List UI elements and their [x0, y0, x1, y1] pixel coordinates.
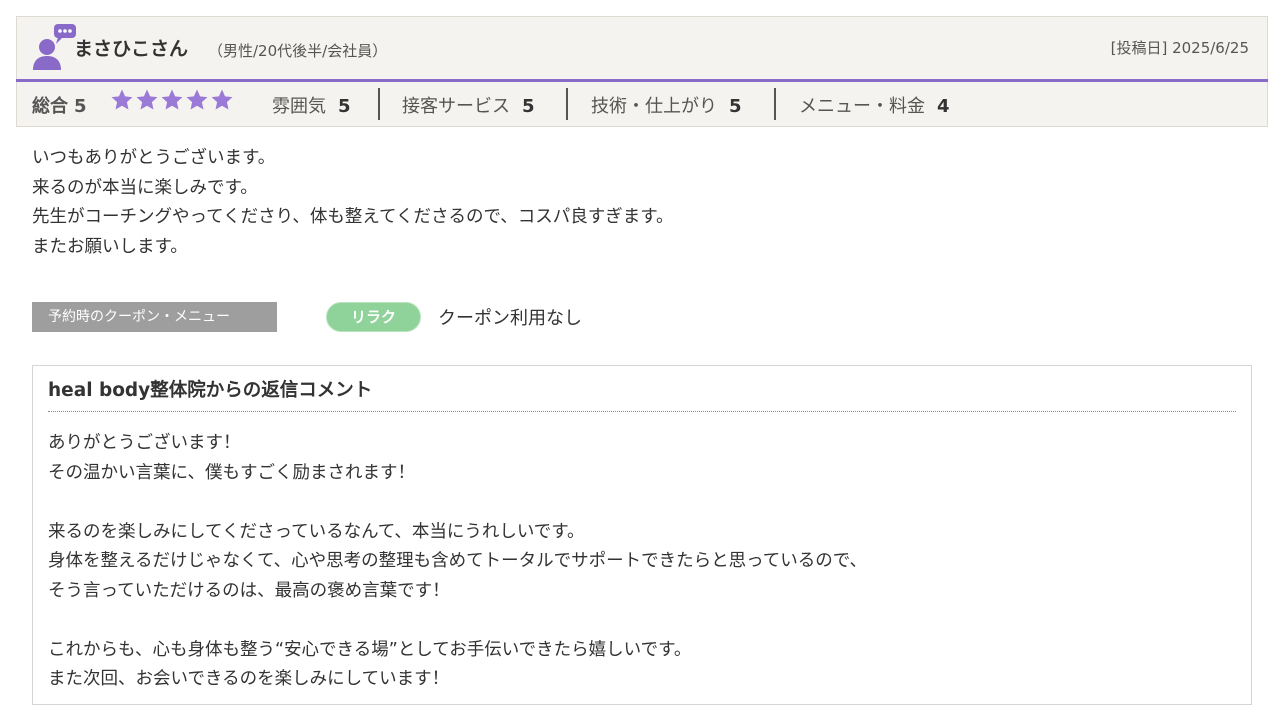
reviewer-meta: （男性/20代後半/会社員）: [208, 42, 388, 60]
review-line: 来るのが本当に楽しみです。: [32, 177, 258, 198]
reply-blank-line: [48, 606, 867, 636]
reply-blank-line: [48, 488, 867, 518]
star-rating: [110, 88, 234, 116]
review-line: またお願いします。: [32, 236, 188, 257]
reply-divider: [48, 411, 1236, 412]
rating-atmosphere: 雰囲気 5: [272, 92, 351, 118]
reviewer-name: まさひこさん: [74, 38, 189, 60]
reply-title: heal body整体院からの返信コメント: [48, 380, 373, 401]
rating-value: 5: [522, 96, 535, 117]
review-text: いつもありがとうございます。 来るのが本当に楽しみです。 先生がコーチングやって…: [32, 144, 674, 262]
star-icon: [111, 89, 133, 110]
rating-service: 接客サービス 5: [402, 92, 535, 118]
review-line: 先生がコーチングやってくださり、体も整えてくださるので、コスパ良すぎます。: [32, 207, 674, 227]
rating-separator: [774, 88, 776, 120]
coupon-value: クーポン利用なし: [438, 308, 582, 329]
coupon-label: 予約時のクーポン・メニュー: [32, 302, 277, 332]
rating-value: 5: [338, 96, 351, 117]
star-icon: [186, 89, 208, 110]
rating-menu-price: メニュー・料金 4: [799, 92, 950, 118]
rating-value: 5: [729, 96, 742, 117]
reply-line: そう言っていただけるのは、最高の褒め言葉です！: [48, 580, 450, 601]
reply-line: 来るのを楽しみにしてくださっているなんて、本当にうれしいです。: [48, 521, 585, 542]
post-date: [投稿日] 2025/6/25: [1110, 39, 1249, 57]
overall-score: 5: [74, 96, 87, 117]
rating-technique: 技術・仕上がり 5: [591, 92, 742, 118]
rating-label: メニュー・料金: [799, 96, 925, 117]
rating-separator: [378, 88, 380, 120]
star-icon: [211, 89, 233, 110]
overall-label: 総合: [32, 96, 68, 117]
star-icon: [136, 89, 158, 110]
reply-line: また次回、お会いできるのを楽しみにしています！: [48, 669, 450, 689]
rating-label: 雰囲気: [272, 96, 326, 117]
rating-separator: [566, 88, 568, 120]
reply-line: 身体を整えるだけじゃなくて、心や思考の整理も含めてトータルでサポートできたらと思…: [48, 551, 867, 571]
rating-label: 接客サービス: [402, 96, 510, 117]
reply-line: ありがとうございます！: [48, 433, 241, 453]
reply-line: その温かい言葉に、僕もすごく励まされます！: [48, 462, 415, 483]
reply-line: これからも、心も身体も整う“安心できる場”としてお手伝いできたら嬉しいです。: [48, 639, 692, 660]
review-line: いつもありがとうございます。: [32, 148, 276, 168]
user-comment-icon: [33, 24, 76, 70]
review-header: [16, 16, 1268, 80]
overall-rating: 総合 5: [32, 92, 87, 118]
reply-text: ありがとうございます！ その温かい言葉に、僕もすごく励まされます！ 来るのを楽し…: [48, 429, 867, 695]
star-icon: [161, 89, 183, 110]
rating-value: 4: [937, 96, 950, 117]
rating-label: 技術・仕上がり: [591, 96, 717, 117]
coupon-category-badge: リラク: [326, 302, 421, 332]
